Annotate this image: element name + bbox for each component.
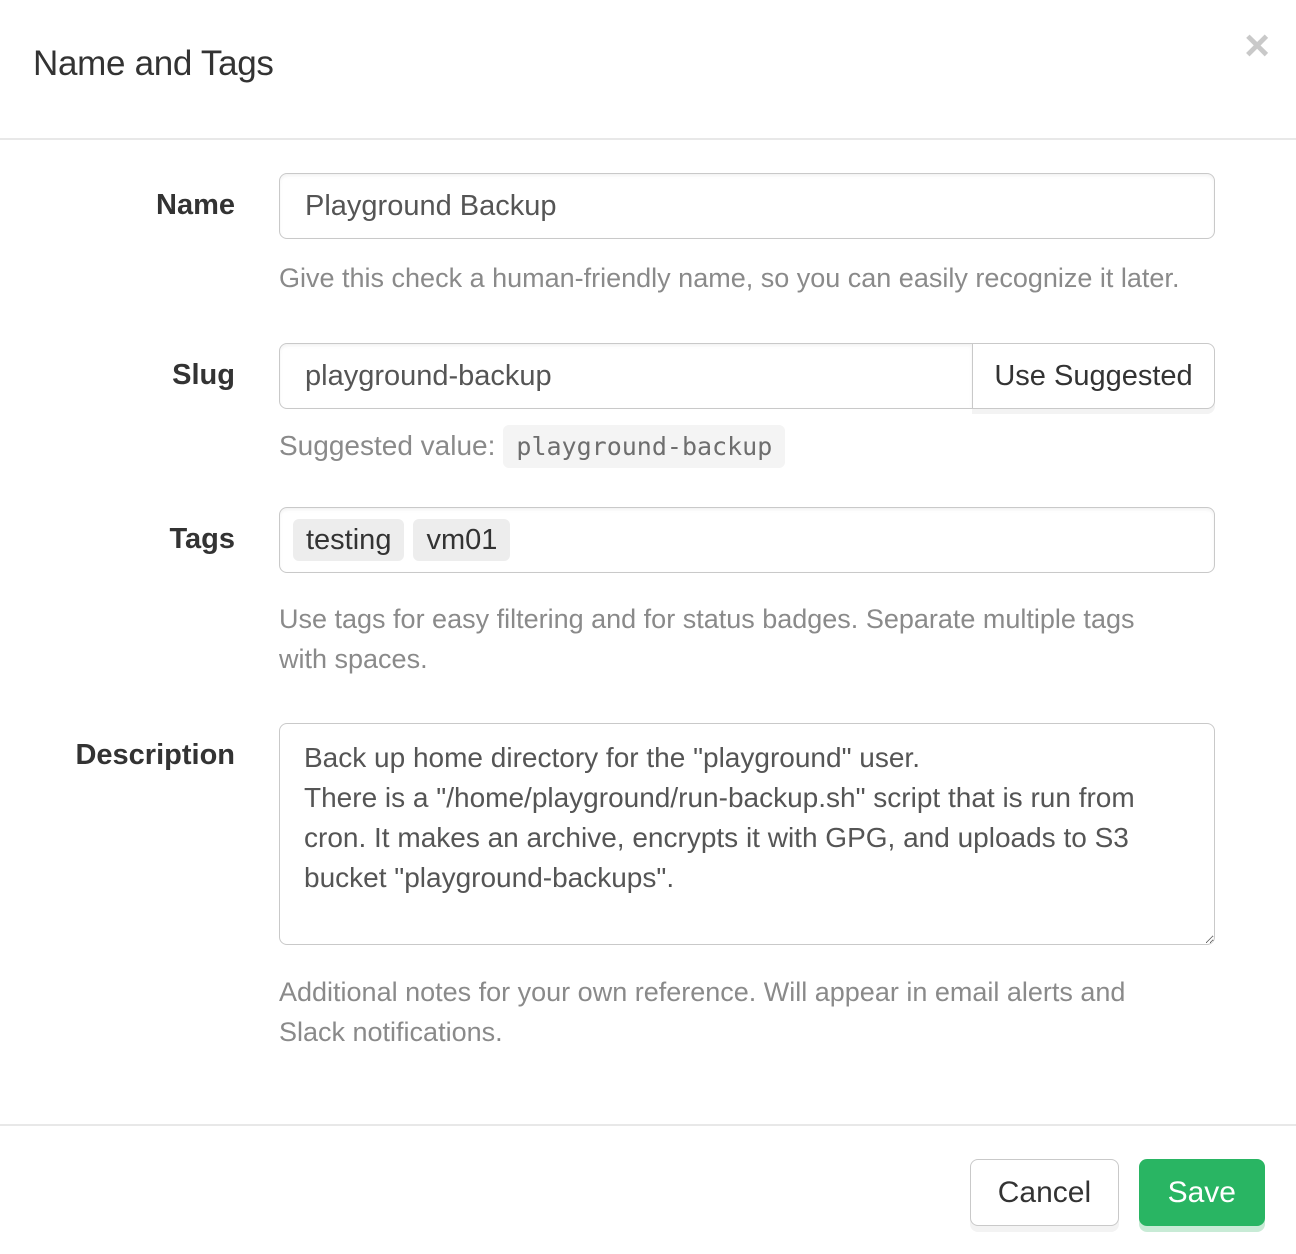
name-and-tags-modal: Name and Tags × Name Give this check a h… xyxy=(0,0,1296,1254)
tags-field-col: testing vm01 Use tags for easy filtering… xyxy=(279,507,1215,679)
description-help: Additional notes for your own reference.… xyxy=(279,972,1215,1052)
description-label: Description xyxy=(0,723,235,772)
cancel-button[interactable]: Cancel xyxy=(970,1159,1119,1226)
save-button[interactable]: Save xyxy=(1139,1159,1265,1226)
name-field-col: Give this check a human-friendly name, s… xyxy=(279,173,1215,298)
name-row: Name Give this check a human-friendly na… xyxy=(0,173,1296,298)
description-textarea[interactable]: Back up home directory for the "playgrou… xyxy=(279,723,1215,945)
name-help: Give this check a human-friendly name, s… xyxy=(279,258,1215,298)
slug-suggested-note: Suggested value: playground-backup xyxy=(279,426,1215,467)
description-field-col: Back up home directory for the "playgrou… xyxy=(279,723,1215,1052)
tag-chip: testing xyxy=(293,519,404,561)
tag-chip: vm01 xyxy=(413,519,510,561)
name-label: Name xyxy=(0,173,235,222)
use-suggested-button[interactable]: Use Suggested xyxy=(972,343,1215,409)
slug-row: Slug Use Suggested Suggested value: playg… xyxy=(0,343,1296,467)
description-row: Description Back up home directory for t… xyxy=(0,723,1296,1052)
name-input[interactable] xyxy=(279,173,1215,239)
slug-input[interactable] xyxy=(279,343,973,409)
slug-input-group: Use Suggested xyxy=(279,343,1215,409)
slug-label: Slug xyxy=(0,343,235,392)
modal-header: Name and Tags × xyxy=(0,0,1296,140)
modal-footer: Cancel Save xyxy=(0,1124,1296,1254)
suggested-value-code: playground-backup xyxy=(503,425,785,468)
tags-row: Tags testing vm01 Use tags for easy filt… xyxy=(0,507,1296,679)
suggested-value-label: Suggested value: xyxy=(279,430,495,461)
modal-body: Name Give this check a human-friendly na… xyxy=(0,140,1296,1052)
tags-label: Tags xyxy=(0,507,235,556)
tags-input[interactable]: testing vm01 xyxy=(279,507,1215,573)
close-icon[interactable]: × xyxy=(1244,24,1270,68)
slug-field-col: Use Suggested Suggested value: playground… xyxy=(279,343,1215,467)
modal-title: Name and Tags xyxy=(33,44,1263,84)
tags-help: Use tags for easy filtering and for stat… xyxy=(279,599,1215,679)
